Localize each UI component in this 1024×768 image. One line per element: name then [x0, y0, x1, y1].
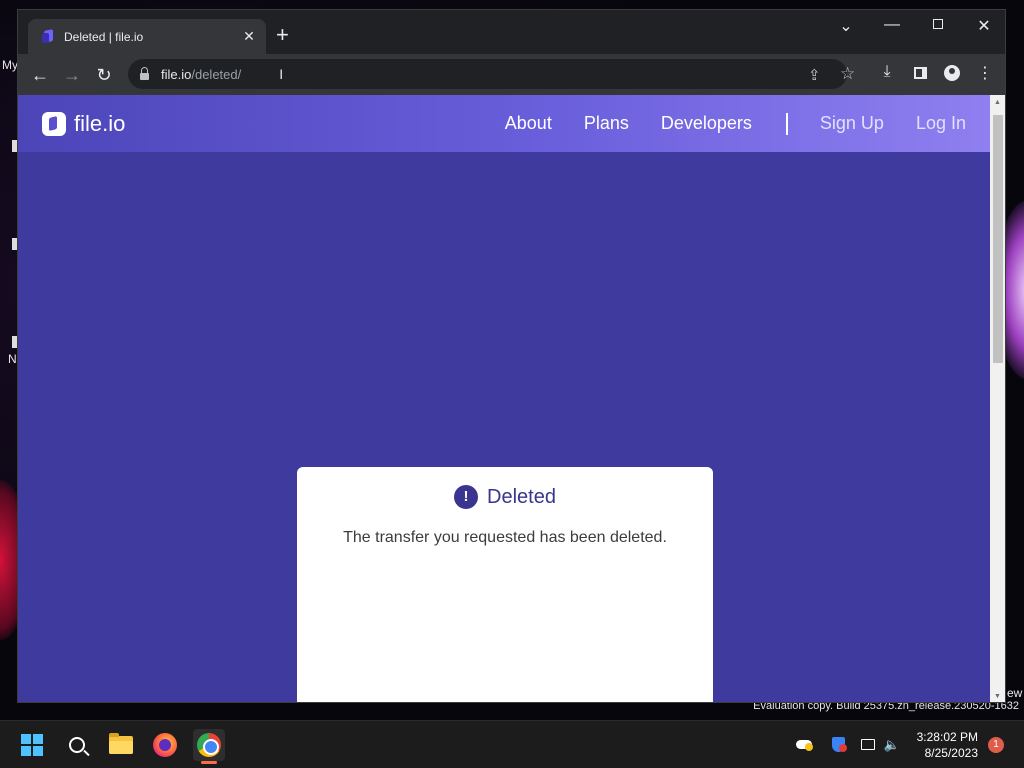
onedrive-tray-icon[interactable]	[795, 737, 813, 753]
share-icon[interactable]: ⇪	[808, 66, 821, 84]
scroll-down-arrow-icon[interactable]: ▼	[994, 693, 1001, 700]
url-text[interactable]: file.io/deleted/	[161, 67, 241, 82]
address-bar[interactable]: file.io/deleted/ I ⇪ ☆	[128, 59, 855, 89]
page-viewport: file.io About Plans Developers Sign Up L…	[18, 95, 990, 702]
deleted-card: ! Deleted The transfer you requested has…	[297, 467, 713, 702]
site-header: file.io About Plans Developers Sign Up L…	[18, 95, 990, 152]
network-icon	[861, 739, 875, 750]
taskbar: 🔈 3:28:02 PM 8/25/2023 1	[0, 720, 1024, 768]
shield-icon	[831, 737, 847, 752]
page-scrollbar[interactable]: ▲ ▼	[990, 95, 1005, 702]
tab-strip: Deleted | file.io ✕ + ⌄ — ✕	[18, 10, 1005, 54]
lock-icon[interactable]	[140, 66, 149, 80]
profile-button[interactable]	[941, 63, 963, 86]
nav-divider	[785, 112, 788, 135]
profile-icon	[944, 65, 960, 81]
card-header: ! Deleted	[297, 485, 713, 509]
cloud-icon	[796, 740, 813, 751]
alert-icon: !	[454, 485, 479, 509]
nav-link-about[interactable]: About	[505, 113, 552, 134]
side-panel-icon	[913, 67, 927, 79]
kebab-menu-icon[interactable]: ⋮	[974, 63, 996, 83]
network-tray-icon[interactable]	[859, 737, 877, 753]
new-tab-button[interactable]: +	[276, 24, 289, 46]
card-title: Deleted	[487, 485, 556, 508]
clock-time: 3:28:02 PM	[916, 730, 978, 744]
site-nav: About Plans Developers Sign Up Log In	[473, 112, 966, 135]
firefox-button[interactable]	[149, 729, 181, 761]
tab-close-icon[interactable]: ✕	[240, 28, 258, 45]
scroll-up-arrow-icon[interactable]: ▲	[994, 99, 1001, 106]
url-host: file.io	[161, 66, 192, 82]
tab-search-chevron-icon[interactable]: ⌄	[831, 16, 861, 36]
volume-icon[interactable]: 🔈	[883, 737, 901, 753]
back-arrow-icon[interactable]: ←	[28, 63, 52, 87]
nav-link-developers[interactable]: Developers	[661, 113, 752, 134]
security-tray-icon[interactable]	[829, 737, 847, 753]
nav-link-sign-up[interactable]: Sign Up	[820, 113, 884, 134]
scrollbar-thumb[interactable]	[993, 115, 1003, 363]
logo-text: file.io	[74, 110, 126, 136]
folder-icon	[109, 733, 133, 754]
chrome-icon	[197, 733, 221, 757]
search-button[interactable]	[61, 729, 93, 761]
browser-toolbar: ← → ↻ file.io/deleted/ I ⇪ ☆ ⤓ ⋮	[18, 54, 1005, 95]
start-button[interactable]	[16, 729, 48, 761]
tab-title: Deleted | file.io	[64, 29, 144, 44]
fileio-favicon-icon	[42, 30, 54, 44]
reload-icon[interactable]: ↻	[92, 63, 116, 87]
maximize-button[interactable]	[923, 16, 953, 34]
maximize-icon	[933, 19, 943, 29]
tab-active[interactable]: Deleted | file.io ✕	[28, 19, 266, 54]
card-message: The transfer you requested has been dele…	[343, 529, 667, 546]
desktop-icon-label[interactable]: My	[2, 58, 18, 72]
browser-window: Deleted | file.io ✕ + ⌄ — ✕ ← → ↻ file.i…	[17, 9, 1006, 703]
fileio-logo-icon	[42, 111, 66, 136]
download-icon[interactable]: ⤓	[876, 63, 898, 81]
forward-arrow-icon[interactable]: →	[60, 63, 84, 87]
clock-date: 8/25/2023	[924, 746, 978, 760]
side-panel-button[interactable]	[909, 63, 931, 84]
notification-badge[interactable]: 1	[988, 737, 1004, 753]
desktop-icon-label[interactable]: N	[8, 352, 17, 366]
close-window-button[interactable]: ✕	[969, 16, 999, 36]
nav-link-plans[interactable]: Plans	[584, 113, 629, 134]
minimize-button[interactable]: —	[877, 16, 907, 34]
nav-link-log-in[interactable]: Log In	[916, 113, 966, 134]
firefox-icon	[153, 733, 177, 757]
site-logo[interactable]: file.io	[42, 111, 125, 137]
desktop-icon-label[interactable]: ew	[1007, 686, 1022, 700]
active-app-indicator	[201, 761, 217, 764]
url-path: /deleted/	[191, 66, 242, 82]
file-explorer-button[interactable]	[105, 729, 137, 761]
text-cursor-icon: I	[279, 66, 284, 82]
windows-logo-icon	[21, 734, 43, 756]
system-clock[interactable]: 3:28:02 PM 8/25/2023	[908, 729, 978, 761]
chrome-button[interactable]	[193, 729, 225, 761]
search-icon	[69, 737, 85, 753]
bookmark-star-icon[interactable]: ☆	[840, 64, 855, 84]
